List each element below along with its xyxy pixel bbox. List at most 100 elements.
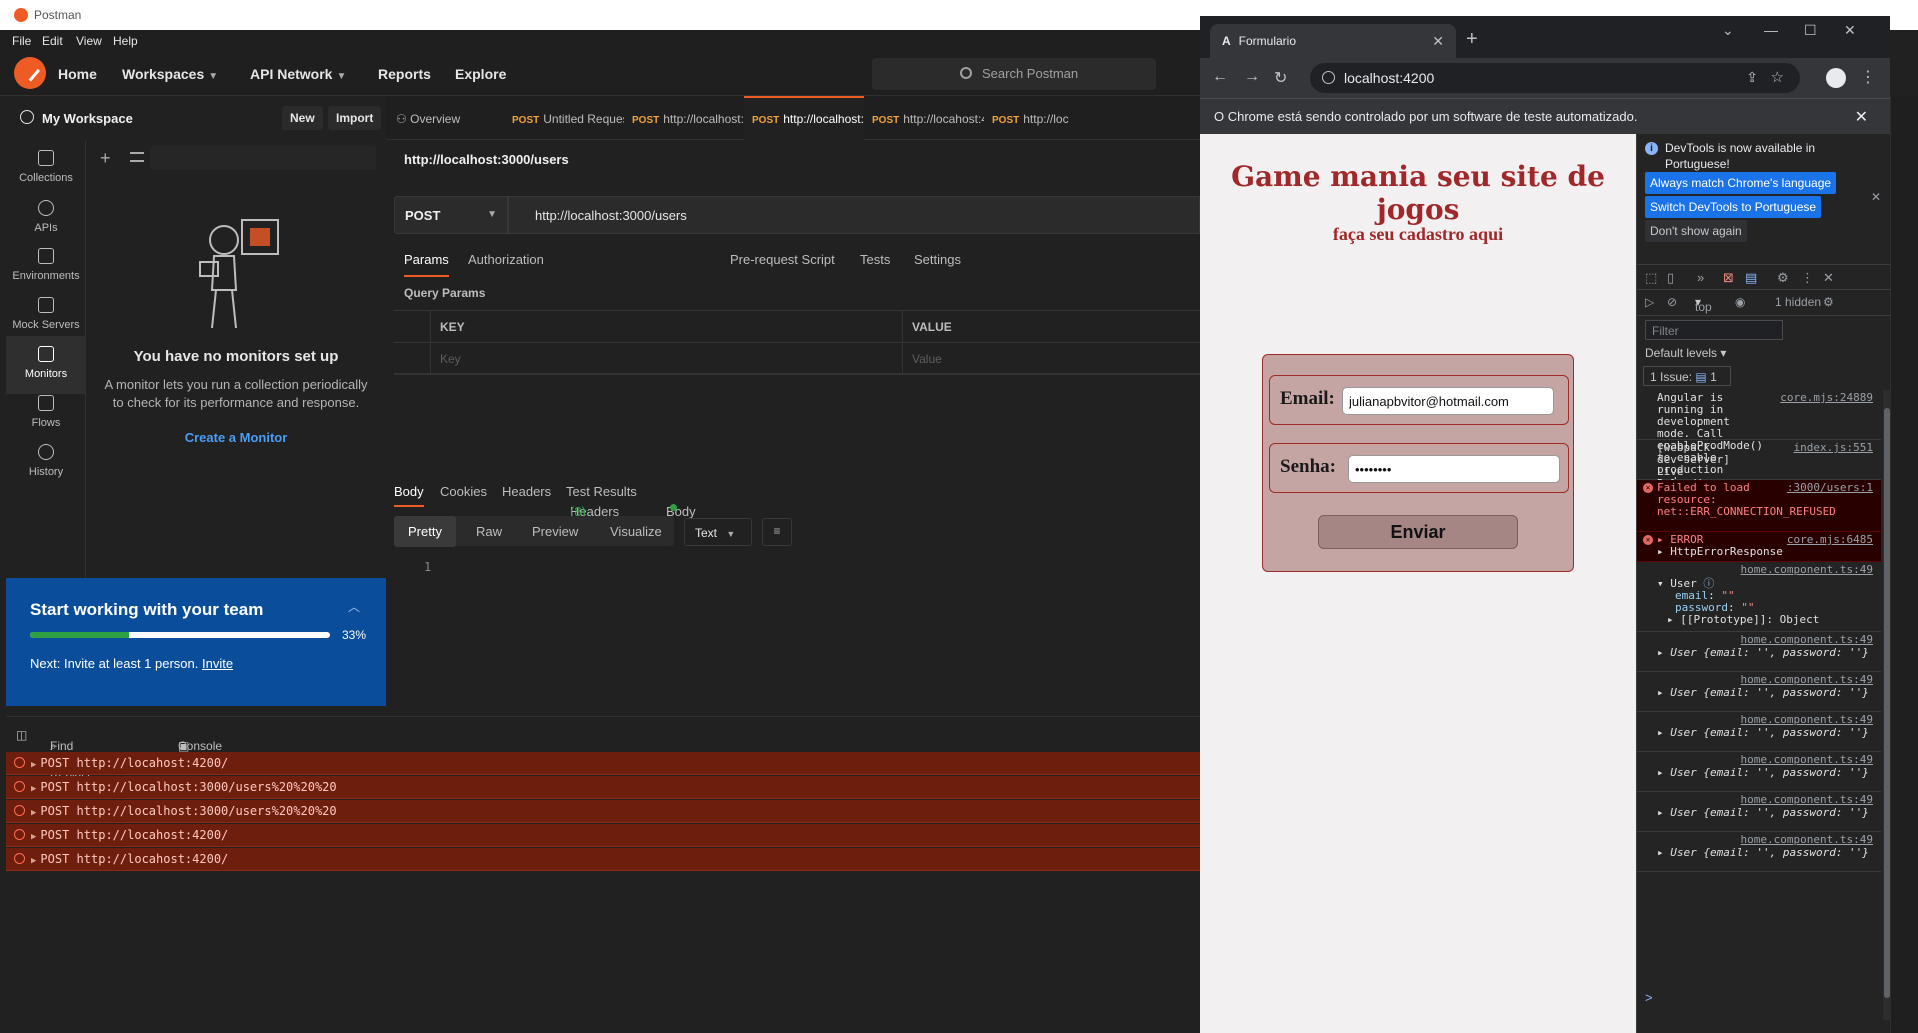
messages-badge-icon[interactable]: ▤	[1745, 270, 1757, 286]
forward-icon[interactable]: →	[1244, 68, 1260, 86]
view-pretty[interactable]: Pretty	[394, 516, 456, 547]
console-row[interactable]: ▶ POST http://locahost:4200/	[6, 752, 1200, 775]
more-tabs-icon[interactable]: »	[1697, 270, 1704, 285]
tab-loc[interactable]: POST http://loc	[984, 96, 1074, 140]
key-input[interactable]: Key	[440, 352, 461, 366]
tab-params[interactable]: Params	[404, 252, 449, 277]
log-source-link[interactable]: core.mjs:6485	[1787, 534, 1873, 546]
email-field[interactable]	[1342, 387, 1554, 415]
log-text[interactable]: ▸ User {email: '', password: ''}	[1657, 647, 1873, 659]
console-row[interactable]: ▶ POST http://localhost:3000/users%20%20%…	[6, 776, 1200, 799]
invite-link[interactable]: Invite	[202, 656, 233, 671]
browser-tab[interactable]: A Formulario ✕	[1210, 24, 1456, 58]
log-source-link[interactable]: core.mjs:24889	[1780, 392, 1873, 404]
console-prompt-input[interactable]: >	[1645, 990, 1653, 1005]
nav-api-network[interactable]: API Network ▼	[250, 66, 346, 82]
tab-overview[interactable]: ⚇ Overview	[386, 96, 498, 140]
tab-settings[interactable]: Settings	[914, 252, 961, 267]
tab-response-body[interactable]: Body	[394, 484, 424, 507]
create-monitor-link[interactable]: Create a Monitor	[86, 430, 386, 445]
log-source-link[interactable]: index.js:551	[1794, 442, 1873, 454]
wrap-lines-icon[interactable]: ≡	[762, 518, 792, 546]
sidebar-item-history[interactable]: History	[6, 434, 86, 492]
view-visualize[interactable]: Visualize	[610, 524, 662, 539]
profile-avatar-icon[interactable]	[1826, 68, 1846, 88]
bookmark-star-icon[interactable]: ☆	[1771, 68, 1784, 86]
chevron-up-icon[interactable]: ︿	[348, 598, 360, 615]
tab-localhost-3000-a[interactable]: POST http://localhost:3	[624, 96, 744, 140]
monitor-search-input[interactable]	[150, 146, 376, 170]
log-text-detail[interactable]: ▸ HttpErrorResponse	[1657, 546, 1873, 558]
switch-to-portuguese-button[interactable]: Switch DevTools to Portuguese	[1645, 196, 1822, 218]
log-source-link[interactable]: home.component.ts:49	[1741, 754, 1873, 766]
tab-response-cookies[interactable]: Cookies	[440, 484, 487, 499]
tab-locahost-4200[interactable]: POST http://locahost:4	[864, 96, 984, 140]
console-row[interactable]: ▶ POST http://localhost:3000/users%20%20%…	[6, 800, 1200, 823]
log-source-link[interactable]: home.component.ts:49	[1741, 794, 1873, 806]
site-info-icon[interactable]	[1322, 71, 1335, 84]
log-source-link[interactable]: home.component.ts:49	[1741, 634, 1873, 646]
close-notice-icon[interactable]: ✕	[1871, 190, 1881, 204]
log-text[interactable]: ▸ User {email: '', password: ''}	[1657, 687, 1873, 699]
menu-edit[interactable]: Edit	[42, 34, 63, 48]
url-input[interactable]: http://localhost:3000/users	[508, 196, 1200, 234]
nav-explore[interactable]: Explore	[455, 66, 506, 82]
password-field[interactable]	[1348, 455, 1560, 483]
nav-reports[interactable]: Reports	[378, 66, 431, 82]
share-icon[interactable]: ⇪	[1746, 69, 1758, 86]
device-toggle-icon[interactable]: ▯	[1667, 270, 1674, 286]
console-filter-input[interactable]: Filter	[1645, 320, 1783, 340]
new-button[interactable]: New	[282, 106, 323, 130]
tab-authorization[interactable]: Authorization	[468, 252, 544, 267]
close-devtools-icon[interactable]: ✕	[1823, 270, 1834, 286]
console-row[interactable]: ▶ POST http://locahost:4200/	[6, 848, 1200, 871]
maximize-icon[interactable]: ☐	[1804, 22, 1817, 39]
filter-icon[interactable]	[130, 152, 144, 162]
new-tab-icon[interactable]: +	[1466, 28, 1478, 51]
tab-localhost-3000-active[interactable]: POST http://localhost:3	[744, 96, 864, 140]
scrollbar-thumb[interactable]	[1884, 408, 1890, 998]
log-source-link[interactable]: home.component.ts:49	[1741, 674, 1873, 686]
issues-button[interactable]: 1 Issue: ▤ 1	[1643, 366, 1731, 386]
settings-gear-icon[interactable]: ⚙	[1777, 270, 1789, 286]
close-tab-icon[interactable]: ✕	[1432, 33, 1444, 50]
inspect-element-icon[interactable]: ⬚	[1645, 270, 1657, 286]
menu-help[interactable]: Help	[113, 34, 138, 48]
tab-response-test-results[interactable]: Test Results	[566, 484, 637, 499]
log-levels-select[interactable]: Default levels ▾	[1645, 346, 1726, 360]
tab-untitled-request[interactable]: POST Untitled Request	[504, 96, 624, 140]
dont-show-again-button[interactable]: Don't show again	[1645, 220, 1747, 242]
clear-console-icon[interactable]: ⊘	[1667, 295, 1677, 309]
log-source-link[interactable]: :3000/users:1	[1787, 482, 1873, 494]
tab-tests[interactable]: Tests	[860, 252, 890, 267]
sidebar-toggle-icon[interactable]: ▷	[1645, 295, 1654, 309]
response-format-select[interactable]: Text ▼	[684, 518, 752, 546]
search-postman-input[interactable]: Search Postman	[872, 58, 1156, 90]
import-button[interactable]: Import	[328, 106, 382, 130]
plus-icon[interactable]: +	[100, 148, 111, 169]
log-text[interactable]: ▸ User {email: '', password: ''}	[1657, 847, 1873, 859]
reload-icon[interactable]: ↻	[1274, 68, 1287, 88]
nav-home[interactable]: Home	[58, 66, 97, 82]
close-infobar-icon[interactable]: ✕	[1855, 107, 1868, 127]
value-input[interactable]: Value	[912, 352, 942, 366]
context-select[interactable]: top ▾	[1695, 295, 1712, 314]
log-source-link[interactable]: home.component.ts:49	[1741, 834, 1873, 846]
log-text[interactable]: ▸ User {email: '', password: ''}	[1657, 807, 1873, 819]
live-expression-eye-icon[interactable]: ◉	[1735, 295, 1745, 309]
devtools-menu-icon[interactable]: ⋮	[1801, 270, 1814, 286]
workspace-title[interactable]: My Workspace	[42, 111, 133, 126]
console-settings-gear-icon[interactable]: ⚙	[1823, 295, 1834, 309]
log-source-link[interactable]: home.component.ts:49	[1741, 564, 1873, 576]
address-bar[interactable]: localhost:4200 ⇪ ☆	[1310, 63, 1800, 93]
errors-badge-icon[interactable]: ⊠	[1723, 270, 1734, 286]
log-text[interactable]: ▸ User {email: '', password: ''}	[1657, 727, 1873, 739]
tab-prerequest-script[interactable]: Pre-request Script	[730, 252, 835, 267]
view-raw[interactable]: Raw	[476, 524, 502, 539]
submit-button[interactable]: Enviar	[1318, 515, 1518, 549]
tab-search-icon[interactable]: ⌄	[1722, 22, 1734, 39]
request-title[interactable]: http://localhost:3000/users	[404, 152, 569, 167]
tab-response-headers[interactable]: Headers	[502, 484, 551, 499]
chrome-menu-icon[interactable]: ⋮	[1860, 67, 1876, 87]
nav-workspaces[interactable]: Workspaces ▼	[122, 66, 218, 82]
